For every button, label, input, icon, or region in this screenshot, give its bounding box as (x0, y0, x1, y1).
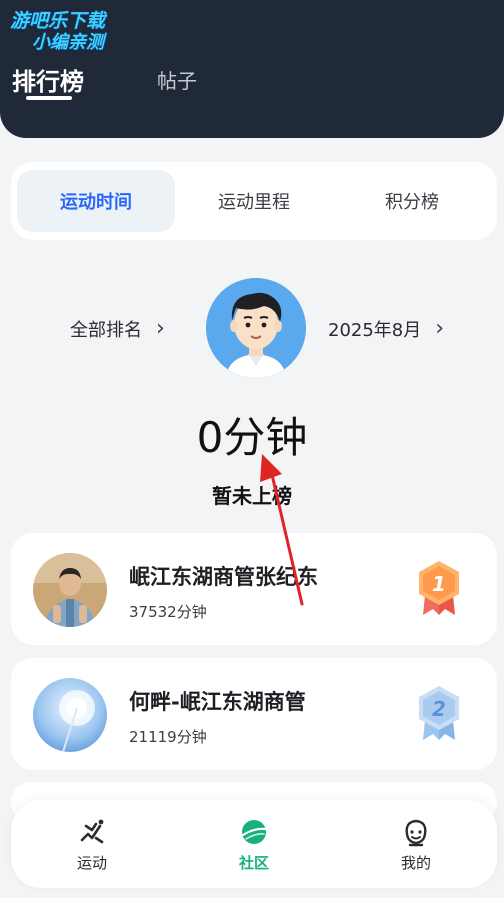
date-filter-button[interactable]: 2025年8月 › (328, 316, 444, 342)
active-tab-indicator (26, 96, 72, 100)
nav-profile-label: 我的 (400, 853, 431, 872)
segment-points[interactable]: 积分榜 (333, 170, 491, 232)
nav-community-label: 社区 (238, 853, 269, 872)
avatar (33, 553, 107, 627)
medal-rank-number: 2 (432, 697, 446, 721)
leaderboard-row[interactable]: 何畔-岷江东湖商管 21119分钟 2 (11, 658, 497, 770)
leaderboard-name: 岷江东湖商管张纪东 (129, 565, 318, 589)
dandelion-photo-icon (33, 678, 107, 752)
avatar (33, 678, 107, 752)
person-photo-icon (33, 553, 107, 627)
leaderboard-time: 21119分钟 (129, 728, 207, 746)
rank-medal-gold-icon: 1 (415, 559, 463, 617)
rank-filter-button[interactable]: 全部排名 › (70, 316, 165, 342)
bottom-navigation: 运动 社区 我的 (11, 800, 497, 888)
nav-exercise[interactable]: 运动 (11, 800, 173, 888)
chevron-right-icon: › (435, 316, 445, 341)
date-filter-label: 2025年8月 (328, 320, 422, 341)
watermark-line-2: 小编亲测 (32, 32, 104, 53)
segment-exercise-time[interactable]: 运动时间 (17, 170, 175, 232)
segment-exercise-distance[interactable]: 运动里程 (175, 170, 333, 232)
cartoon-man-avatar-icon (206, 278, 306, 378)
watermark-logo: 游吧乐下载 小编亲测 (10, 10, 105, 54)
rank-medal-silver-icon: 2 (415, 684, 463, 742)
user-avatar[interactable] (206, 278, 306, 378)
tab-leaderboard[interactable]: 排行榜 (12, 62, 84, 97)
tab-posts[interactable]: 帖子 (157, 65, 197, 94)
nav-community[interactable]: 社区 (173, 800, 335, 888)
leaderboard-row[interactable]: 岷江东湖商管张纪东 37532分钟 1 (11, 533, 497, 645)
header-bar: 游吧乐下载 小编亲测 排行榜 帖子 (0, 0, 504, 138)
leaderboard-name: 何畔-岷江东湖商管 (129, 690, 306, 714)
smile-face-icon (405, 819, 427, 846)
leaderboard-time: 37532分钟 (129, 603, 207, 621)
planet-icon (241, 819, 267, 844)
medal-rank-number: 1 (432, 572, 446, 596)
nav-exercise-label: 运动 (76, 853, 107, 872)
rank-filter-label: 全部排名 (70, 320, 142, 341)
rank-status-text: 暂未上榜 (212, 484, 292, 508)
watermark-line-1: 游吧乐下载 (10, 10, 106, 32)
nav-profile[interactable]: 我的 (335, 800, 497, 888)
leaderboard-type-selector: 运动时间 运动里程 积分榜 (11, 162, 497, 240)
chevron-right-icon: › (156, 316, 165, 341)
running-icon (80, 819, 104, 843)
total-exercise-time: 0分钟 (196, 413, 308, 462)
